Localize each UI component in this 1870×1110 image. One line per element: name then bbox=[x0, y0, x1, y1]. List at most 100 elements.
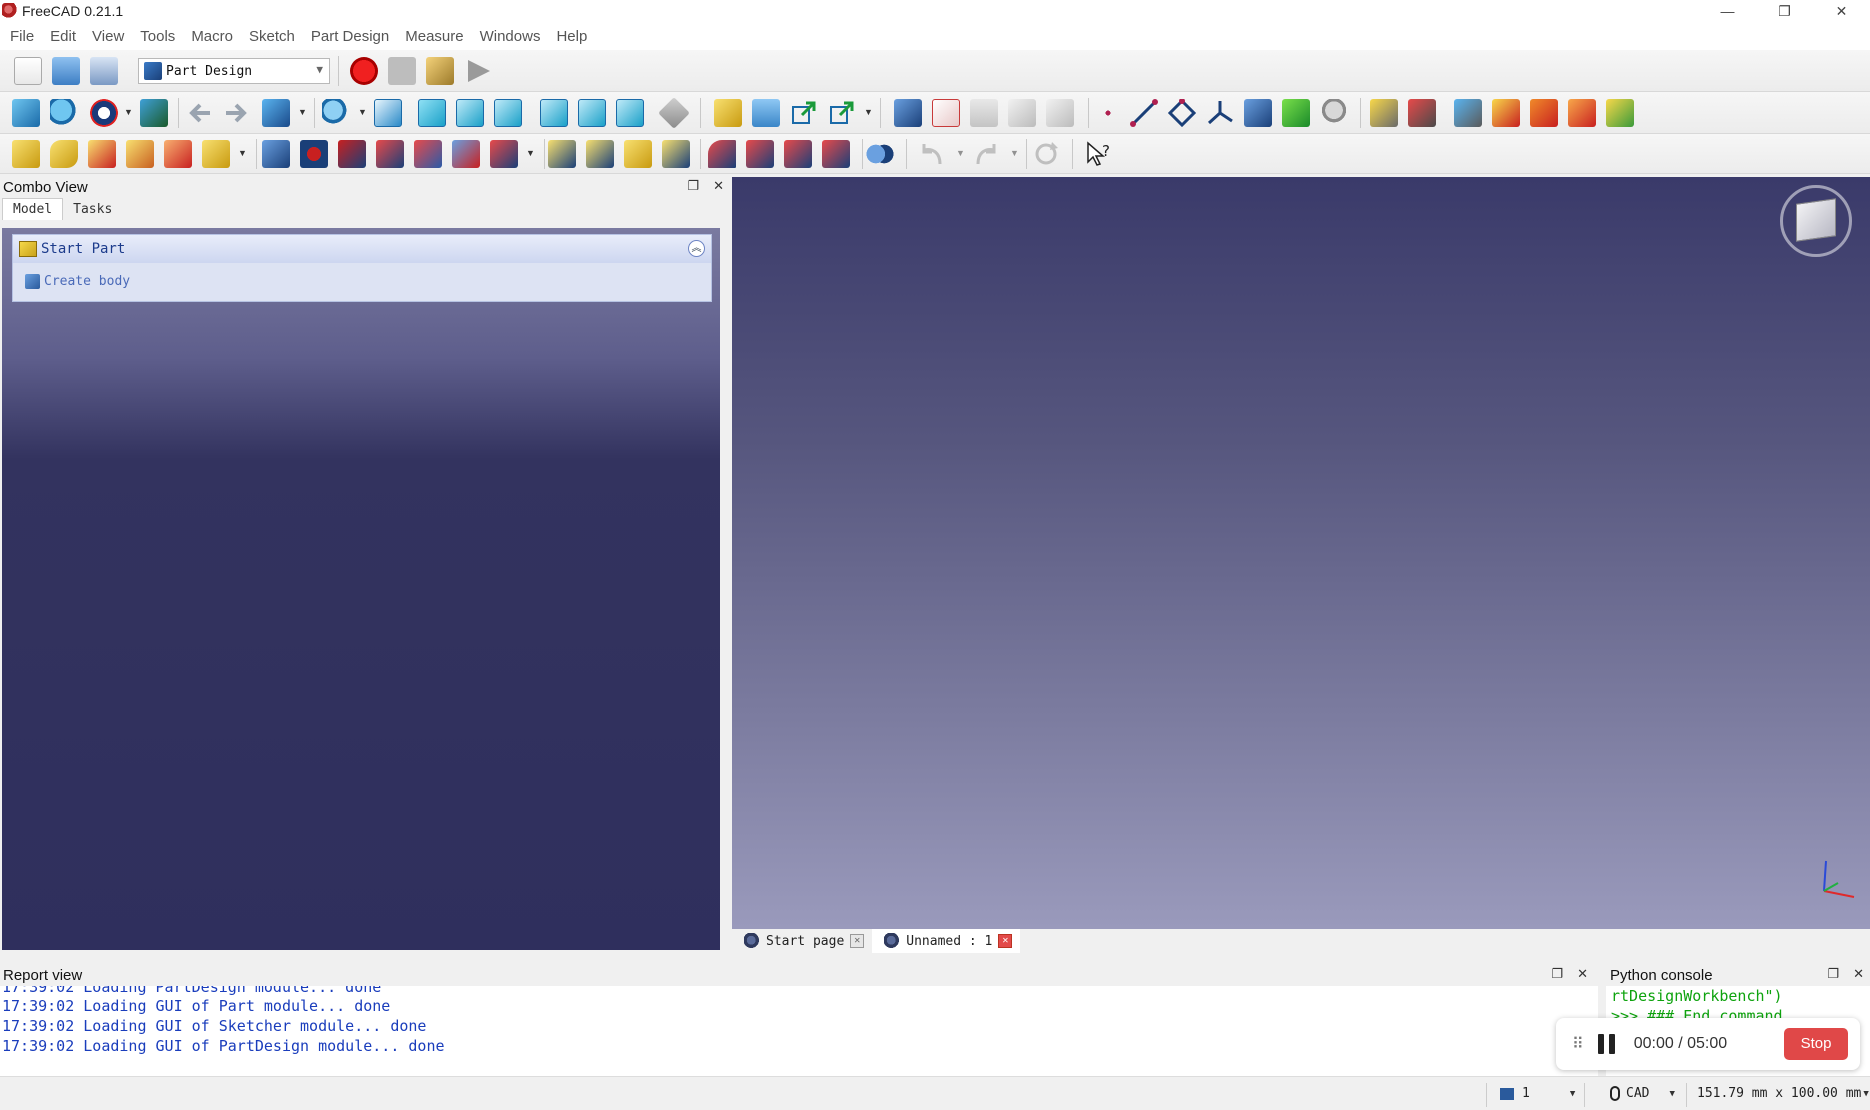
menu-measure[interactable]: Measure bbox=[397, 28, 471, 45]
float-panel-icon[interactable]: ❐ bbox=[1827, 966, 1839, 982]
additive-helix-icon[interactable] bbox=[164, 140, 192, 168]
create-group-icon[interactable] bbox=[752, 99, 780, 127]
additive-primitive-dropdown[interactable]: ▼ bbox=[238, 148, 247, 158]
macro-play-icon[interactable] bbox=[464, 57, 492, 85]
toggle-all-measures-icon[interactable] bbox=[1530, 99, 1558, 127]
subtractive-helix-icon[interactable] bbox=[452, 140, 480, 168]
close-panel-icon[interactable]: ✕ bbox=[1577, 966, 1588, 982]
navigation-cube[interactable] bbox=[1774, 183, 1858, 263]
multitransform-icon[interactable] bbox=[662, 140, 690, 168]
page-selector[interactable]: 1 ▼ bbox=[1500, 1086, 1575, 1101]
open-document-icon[interactable] bbox=[52, 57, 80, 85]
hole-icon[interactable] bbox=[300, 140, 328, 168]
undo-dropdown[interactable]: ▼ bbox=[956, 148, 965, 158]
menu-sketch[interactable]: Sketch bbox=[241, 28, 303, 45]
fit-all-icon[interactable] bbox=[12, 99, 40, 127]
link-actions-dropdown[interactable]: ▼ bbox=[864, 107, 873, 117]
draft-icon[interactable] bbox=[784, 140, 812, 168]
toggle-3d-measures-icon[interactable] bbox=[1568, 99, 1596, 127]
map-sketch-icon[interactable] bbox=[1008, 99, 1036, 127]
menu-windows[interactable]: Windows bbox=[472, 28, 549, 45]
toggle-delta-measures-icon[interactable] bbox=[1606, 99, 1634, 127]
collapse-icon[interactable]: ︽ bbox=[688, 240, 705, 257]
groove-icon[interactable] bbox=[338, 140, 366, 168]
draw-style-dropdown[interactable]: ▼ bbox=[124, 107, 133, 117]
link-actions-icon[interactable] bbox=[828, 99, 856, 127]
back-arrow-icon[interactable] bbox=[186, 99, 214, 127]
menu-edit[interactable]: Edit bbox=[42, 28, 84, 45]
draw-style-icon[interactable] bbox=[90, 99, 118, 127]
menu-view[interactable]: View bbox=[84, 28, 132, 45]
macro-record-icon[interactable] bbox=[350, 57, 378, 85]
menu-file[interactable]: File bbox=[2, 28, 42, 45]
measure-distance-icon[interactable] bbox=[658, 97, 690, 129]
additive-pipe-icon[interactable] bbox=[126, 140, 154, 168]
measure-linear-icon[interactable] bbox=[1370, 99, 1398, 127]
redo-dropdown[interactable]: ▼ bbox=[1010, 148, 1019, 158]
report-log[interactable]: 17:39:02 Loading PartDesign module... do… bbox=[0, 986, 1598, 1056]
close-tab-icon[interactable]: ✕ bbox=[850, 934, 865, 948]
close-panel-icon[interactable]: ✕ bbox=[1853, 966, 1864, 982]
menu-part-design[interactable]: Part Design bbox=[303, 28, 397, 45]
workbench-selector[interactable]: Part Design ▼ bbox=[138, 58, 330, 84]
chamfer-icon[interactable] bbox=[746, 140, 774, 168]
macro-stop-icon[interactable] bbox=[388, 57, 416, 85]
create-link-icon[interactable] bbox=[790, 99, 818, 127]
dimension-display[interactable]: 151.79 mm x 100.00 mm ▼ bbox=[1697, 1086, 1869, 1101]
redo-icon[interactable] bbox=[972, 140, 1000, 168]
pad-icon[interactable] bbox=[12, 140, 40, 168]
rear-view-icon[interactable] bbox=[540, 99, 568, 127]
undo-icon[interactable] bbox=[918, 140, 946, 168]
subtractive-primitive-icon[interactable] bbox=[490, 140, 518, 168]
stop-recording-button[interactable]: Stop bbox=[1784, 1028, 1848, 1060]
additive-primitive-icon[interactable] bbox=[202, 140, 230, 168]
restore-button[interactable]: ❐ bbox=[1756, 0, 1813, 22]
shape-binder-icon[interactable] bbox=[1244, 99, 1272, 127]
tab-start-page[interactable]: Start page ✕ bbox=[732, 929, 872, 953]
close-window-button[interactable]: ✕ bbox=[1813, 0, 1870, 22]
tab-model[interactable]: Model bbox=[2, 198, 64, 220]
boolean-icon[interactable] bbox=[866, 140, 894, 168]
float-panel-icon[interactable]: ❐ bbox=[687, 178, 699, 194]
local-coordinate-system-icon[interactable] bbox=[1206, 99, 1234, 127]
polar-pattern-icon[interactable] bbox=[624, 140, 652, 168]
task-box-header[interactable]: Start Part ︽ bbox=[13, 235, 711, 263]
additive-loft-icon[interactable] bbox=[88, 140, 116, 168]
macro-edit-icon[interactable] bbox=[426, 57, 454, 85]
tab-tasks[interactable]: Tasks bbox=[63, 199, 123, 220]
clone-icon[interactable] bbox=[1320, 99, 1348, 127]
pause-icon[interactable] bbox=[1597, 1034, 1618, 1054]
create-sketch-icon[interactable] bbox=[932, 99, 960, 127]
datum-point-icon[interactable] bbox=[1094, 99, 1122, 127]
right-view-icon[interactable] bbox=[494, 99, 522, 127]
fit-selection-icon[interactable] bbox=[50, 99, 78, 127]
validate-sketch-icon[interactable] bbox=[970, 99, 998, 127]
bounding-box-icon[interactable] bbox=[140, 99, 168, 127]
thickness-icon[interactable] bbox=[822, 140, 850, 168]
create-part-icon[interactable] bbox=[714, 99, 742, 127]
drag-handle-icon[interactable]: ⠿ bbox=[1572, 1034, 1584, 1054]
zoom-dropdown[interactable]: ▼ bbox=[358, 107, 367, 117]
measure-angular-icon[interactable] bbox=[1408, 99, 1436, 127]
revolution-icon[interactable] bbox=[50, 140, 78, 168]
subtractive-pipe-icon[interactable] bbox=[414, 140, 442, 168]
body-icon[interactable] bbox=[894, 99, 922, 127]
datum-plane-icon[interactable] bbox=[1167, 98, 1197, 128]
new-document-icon[interactable] bbox=[14, 57, 42, 85]
datum-line-icon[interactable] bbox=[1130, 99, 1158, 127]
top-view-icon[interactable] bbox=[456, 99, 484, 127]
subtractive-primitive-dropdown[interactable]: ▼ bbox=[526, 148, 535, 158]
create-body-link[interactable]: Create body bbox=[13, 263, 711, 289]
menu-macro[interactable]: Macro bbox=[183, 28, 241, 45]
navigation-style-selector[interactable]: CAD ▼ bbox=[1610, 1086, 1675, 1101]
zoom-icon[interactable] bbox=[322, 99, 350, 127]
3d-viewport[interactable] bbox=[732, 177, 1870, 929]
menu-help[interactable]: Help bbox=[548, 28, 595, 45]
measure-refresh-icon[interactable] bbox=[1454, 99, 1482, 127]
save-document-icon[interactable] bbox=[90, 57, 118, 85]
bottom-view-icon[interactable] bbox=[578, 99, 606, 127]
mirrored-icon[interactable] bbox=[548, 140, 576, 168]
pocket-icon[interactable] bbox=[262, 140, 290, 168]
forward-arrow-icon[interactable] bbox=[222, 99, 250, 127]
subtractive-loft-icon[interactable] bbox=[376, 140, 404, 168]
